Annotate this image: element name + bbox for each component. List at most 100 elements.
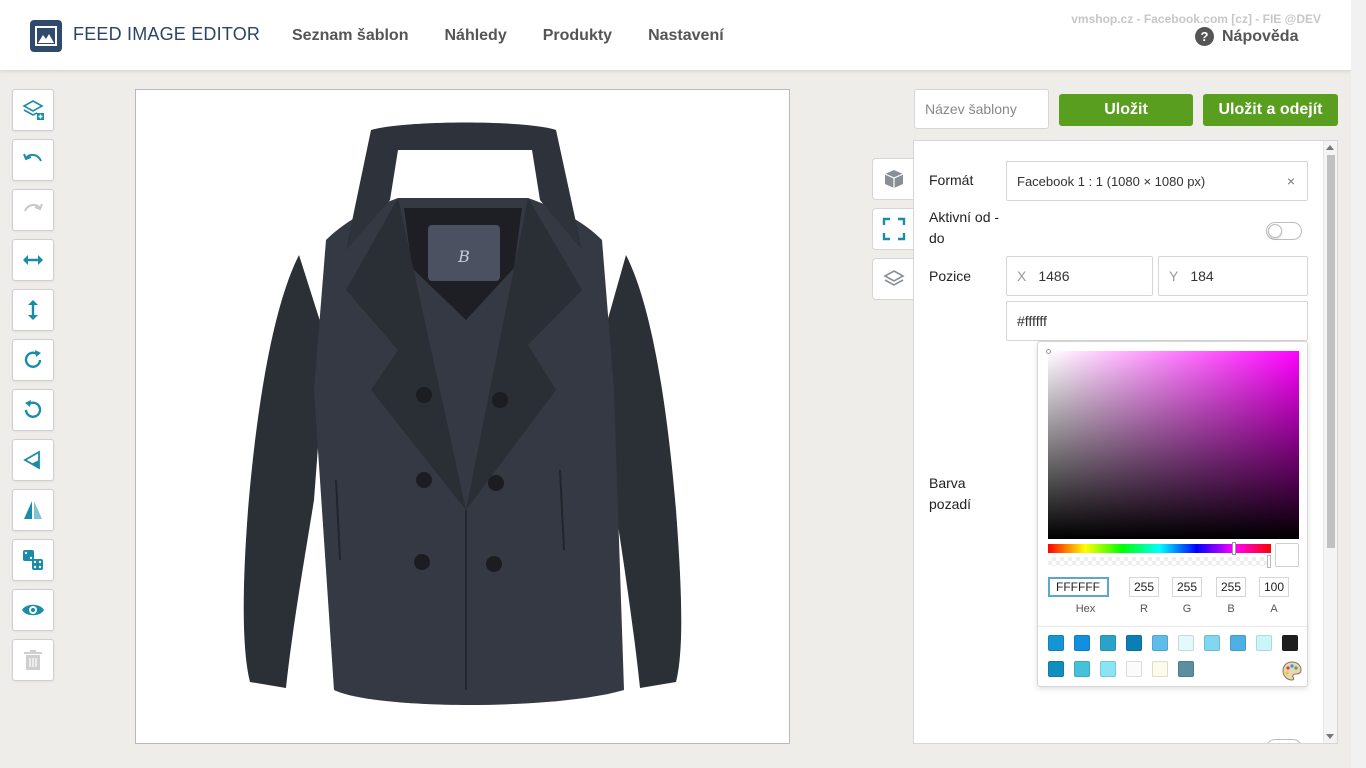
template-name-input[interactable] (914, 89, 1049, 129)
format-value: Facebook 1 : 1 (1080 × 1080 px) (1017, 173, 1206, 189)
question-icon: ? (1195, 27, 1214, 46)
hex-input[interactable]: FFFFFF (1048, 577, 1109, 597)
rotate-right-button[interactable] (12, 339, 54, 381)
saturation-value-area[interactable] (1046, 349, 1299, 539)
tab-layers[interactable] (872, 258, 914, 300)
color-swatch[interactable] (1152, 635, 1168, 651)
format-clear-icon[interactable]: × (1287, 173, 1295, 189)
add-layer-button[interactable] (12, 89, 54, 131)
svg-text:B: B (457, 247, 470, 266)
r-input[interactable]: 255 (1129, 577, 1159, 597)
flip-button[interactable] (12, 489, 54, 531)
redo-button[interactable] (12, 189, 54, 231)
preview-button[interactable] (12, 589, 54, 631)
flip-icon (24, 501, 42, 519)
layers-icon (882, 270, 905, 286)
nav-item-products[interactable]: Produkty (543, 27, 612, 45)
position-label: Pozice (929, 268, 972, 284)
add-layer-icon (22, 100, 44, 120)
scroll-up-icon[interactable] (1326, 145, 1334, 150)
alpha-handle[interactable] (1267, 555, 1271, 568)
b-label: B (1227, 603, 1235, 615)
redo-icon (24, 203, 43, 212)
color-swatch[interactable] (1074, 661, 1090, 677)
nav-item-templates[interactable]: Seznam šablon (292, 27, 408, 45)
hex-label: Hex (1075, 603, 1096, 615)
stretch-horizontal-button[interactable] (12, 239, 54, 281)
product-image-coat: B (243, 122, 682, 705)
picker-divider (1038, 626, 1307, 627)
sv-cursor[interactable] (1046, 349, 1051, 354)
color-preview (1275, 543, 1299, 567)
g-label: G (1182, 603, 1192, 615)
nav-item-previews[interactable]: Náhledy (444, 27, 506, 45)
mirror-left-button[interactable] (12, 439, 54, 481)
x-value: 1486 (1038, 268, 1070, 284)
dice-icon (23, 550, 43, 570)
help-link[interactable]: ? Nápověda (1195, 27, 1298, 46)
undo-button[interactable] (12, 139, 54, 181)
hue-handle[interactable] (1232, 542, 1236, 555)
top-bar: FEED IMAGE EDITOR Seznam šablon Náhledy … (0, 0, 1351, 71)
position-y-input[interactable]: Y 184 (1158, 256, 1308, 296)
color-swatch[interactable] (1152, 661, 1168, 677)
delete-button[interactable] (12, 639, 54, 681)
color-swatch[interactable] (1100, 635, 1116, 651)
color-swatch[interactable] (1230, 635, 1246, 651)
cube-icon (884, 170, 903, 188)
color-swatch[interactable] (1178, 635, 1194, 651)
stretch-horizontal-icon (23, 255, 43, 265)
position-x-input[interactable]: X 1486 (1006, 256, 1153, 296)
help-label: Nápověda (1222, 27, 1299, 45)
color-swatch[interactable] (1126, 635, 1142, 651)
color-swatch[interactable] (1282, 635, 1298, 651)
g-input[interactable]: 255 (1172, 577, 1202, 597)
format-label: Formát (929, 172, 974, 188)
bg-color-input[interactable]: #ffffff (1006, 301, 1308, 341)
scroll-thumb[interactable] (1327, 155, 1335, 548)
tab-canvas[interactable] (872, 208, 914, 250)
color-swatch[interactable] (1074, 635, 1090, 651)
alpha-slider[interactable] (1048, 555, 1271, 568)
scroll-down-icon[interactable] (1326, 734, 1334, 739)
random-button[interactable] (12, 539, 54, 581)
partial-toggle[interactable] (1266, 739, 1302, 743)
r-label: R (1140, 603, 1148, 615)
a-label: A (1270, 603, 1278, 615)
active-range-toggle[interactable] (1266, 222, 1302, 240)
color-swatch[interactable] (1126, 661, 1142, 677)
main-nav: Seznam šablon Náhledy Produkty Nastavení (292, 27, 724, 45)
bg-color-value: #ffffff (1017, 313, 1047, 329)
palette-icon[interactable] (1281, 660, 1303, 682)
stretch-vertical-icon (28, 300, 38, 320)
y-value: 184 (1190, 268, 1214, 284)
color-swatch[interactable] (1178, 661, 1194, 677)
color-swatch[interactable] (1204, 635, 1220, 651)
a-input[interactable]: 100 (1259, 577, 1289, 597)
undo-icon (23, 153, 42, 162)
color-picker: FFFFFF 255 255 255 100 Hex R G B A (1037, 341, 1308, 687)
rotate-left-button[interactable] (12, 389, 54, 431)
format-select[interactable]: Facebook 1 : 1 (1080 × 1080 px) × (1006, 161, 1308, 201)
color-swatch[interactable] (1100, 661, 1116, 677)
eye-icon (22, 604, 44, 616)
color-swatch[interactable] (1256, 635, 1272, 651)
rotate-right-icon (24, 350, 42, 368)
color-swatch[interactable] (1048, 661, 1064, 677)
triangle-left-icon (23, 450, 40, 470)
color-swatch[interactable] (1048, 635, 1064, 651)
hue-slider[interactable] (1048, 542, 1271, 555)
save-and-exit-button[interactable]: Uložit a odejít (1203, 94, 1338, 126)
page-scrollbar[interactable] (1351, 0, 1366, 768)
panel-scrollbar[interactable] (1323, 141, 1337, 743)
bg-color-label: Barva pozadí (929, 475, 972, 512)
tab-object[interactable] (872, 158, 914, 200)
logo-icon[interactable] (30, 20, 62, 52)
stretch-vertical-button[interactable] (12, 289, 54, 331)
x-prefix: X (1017, 268, 1027, 284)
save-button[interactable]: Uložit (1059, 94, 1193, 126)
editor-canvas[interactable]: B (135, 89, 790, 744)
nav-item-settings[interactable]: Nastavení (648, 27, 724, 45)
b-input[interactable]: 255 (1216, 577, 1246, 597)
trash-icon (24, 650, 42, 670)
